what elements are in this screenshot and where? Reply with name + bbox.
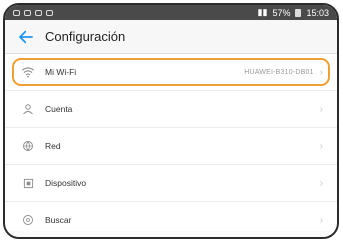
wifi-icon <box>21 65 35 79</box>
chevron-right-icon: › <box>319 214 323 226</box>
device-icon <box>21 176 35 190</box>
person-icon <box>21 102 35 116</box>
settings-row-account[interactable]: Cuenta › <box>5 91 337 128</box>
notification-icon <box>46 9 53 16</box>
notification-icon <box>13 9 20 16</box>
chevron-right-icon: › <box>319 103 323 115</box>
notification-icon <box>24 9 31 16</box>
page-title: Configuración <box>45 29 126 44</box>
settings-row-label: Cuenta <box>45 104 73 114</box>
status-notifications <box>13 9 53 16</box>
device-frame: ▮▮ 57% 15:03 Configuración Mi Wi-Fi HUAW… <box>3 3 339 239</box>
settings-row-network[interactable]: Red › <box>5 128 337 165</box>
settings-row-device[interactable]: Dispositivo › <box>5 165 337 202</box>
chevron-right-icon: › <box>319 66 323 78</box>
search-icon <box>21 213 35 227</box>
arrow-left-icon[interactable] <box>17 28 35 46</box>
chevron-right-icon: › <box>319 177 323 189</box>
settings-row-label: Red <box>45 141 61 151</box>
settings-row-label: Mi Wi-Fi <box>45 67 77 77</box>
chevron-right-icon: › <box>319 140 323 152</box>
signal-icon: ▮▮ <box>257 7 268 17</box>
settings-row-wifi[interactable]: Mi Wi-Fi HUAWEI-B310-DB01 › <box>5 54 337 91</box>
status-indicators: ▮▮ 57% 15:03 <box>258 7 329 18</box>
battery-percent: 57% <box>272 7 291 18</box>
screen-bottom <box>5 231 337 237</box>
status-bar: ▮▮ 57% 15:03 <box>5 5 337 20</box>
battery-icon <box>295 8 302 17</box>
settings-row-label: Dispositivo <box>45 178 87 188</box>
clock: 15:03 <box>306 7 329 18</box>
settings-list: Mi Wi-Fi HUAWEI-B310-DB01 › Cuenta › Red… <box>5 54 337 237</box>
app-bar: Configuración <box>5 20 337 54</box>
settings-row-label: Buscar <box>45 215 72 225</box>
settings-row-value: HUAWEI-B310-DB01 <box>244 68 314 76</box>
globe-icon <box>21 139 35 153</box>
notification-icon <box>35 9 42 16</box>
